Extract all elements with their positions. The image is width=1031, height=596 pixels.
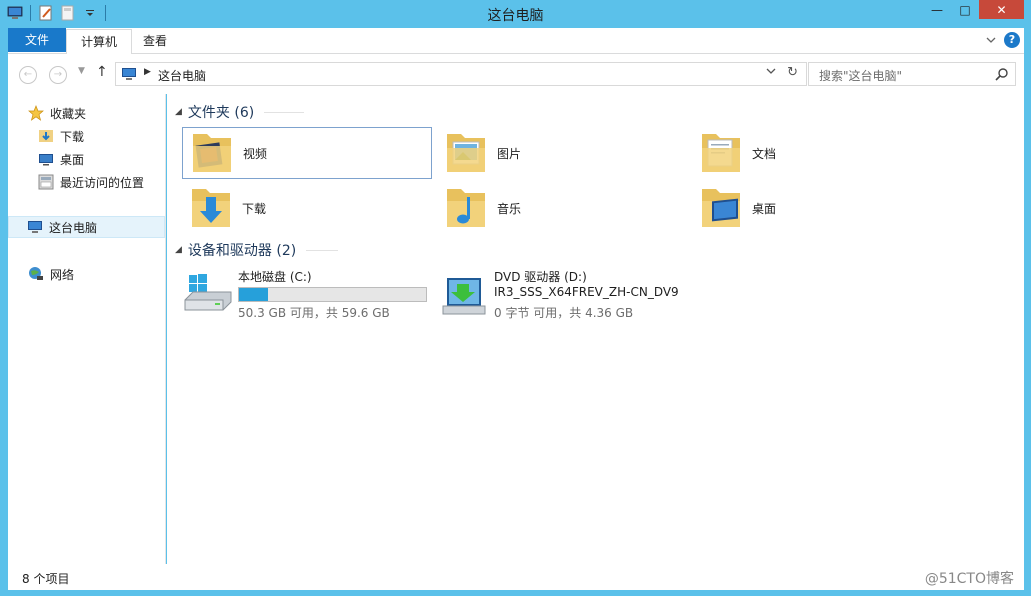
drive-name: 本地磁盘 (C:) [238, 270, 312, 284]
pictures-folder-icon [447, 134, 485, 172]
explorer-window: 这台电脑 — □ ✕ 文件 计算机 查看 ? ← → ▼ ↑ ▶ 这台电脑 ↻ … [0, 0, 1031, 596]
address-row: ← → ▼ ↑ ▶ 这台电脑 ↻ 搜索"这台电脑" [8, 54, 1024, 94]
expand-ribbon-icon[interactable] [986, 33, 996, 47]
sidebar-item-label: 下载 [60, 129, 85, 144]
tab-computer[interactable]: 计算机 [66, 29, 133, 54]
back-button[interactable]: ← [19, 66, 37, 84]
sidebar-item-favorites[interactable]: 收藏夹 [28, 102, 86, 124]
folder-tile-downloads[interactable]: 下载 [182, 182, 432, 234]
sidebar-item-label: 这台电脑 [49, 220, 98, 235]
folder-tile-music[interactable]: 音乐 [437, 182, 687, 234]
folder-tile-pictures[interactable]: 图片 [437, 127, 687, 179]
group-title: 设备和驱动器 (2) [187, 243, 297, 259]
folder-tile-desktop[interactable]: 桌面 [692, 182, 942, 234]
sidebar-item-recent-places[interactable]: 最近访问的位置 [38, 171, 144, 193]
computer-icon [121, 67, 137, 84]
desktop-folder-icon [702, 189, 740, 227]
folder-label: 桌面 [752, 201, 777, 216]
group-divider [264, 111, 305, 113]
drive-volume-label: IR3_SSS_X64FREV_ZH-CN_DV9 [494, 285, 679, 299]
close-button[interactable]: ✕ [979, 0, 1024, 19]
breadcrumb[interactable]: 这台电脑 [158, 67, 206, 84]
hard-drive-icon [184, 274, 232, 311]
breadcrumb-arrow-icon[interactable]: ▶ [144, 67, 151, 77]
forward-button[interactable]: → [49, 66, 67, 84]
drive-usage-bar [238, 287, 427, 302]
window-controls: — □ ✕ [923, 0, 1024, 19]
folder-tile-videos[interactable]: 视频 [182, 127, 432, 179]
collapse-arrow-icon[interactable]: ◢ [175, 107, 182, 117]
drive-tile-c[interactable]: 本地磁盘 (C:) 50.3 GB 可用，共 59.6 GB [181, 268, 431, 324]
item-count: 8 个项目 [22, 572, 70, 586]
sidebar-item-label: 最近访问的位置 [60, 175, 145, 190]
drive-usage-fill [239, 288, 269, 301]
status-bar: 8 个项目 @51CTO博客 [8, 564, 1024, 590]
downloads-folder-icon [192, 189, 230, 227]
drive-free-space: 50.3 GB 可用，共 59.6 GB [238, 306, 390, 320]
up-button[interactable]: ↑ [96, 64, 108, 80]
network-icon [29, 267, 43, 280]
desktop-icon [39, 154, 53, 166]
sidebar-item-desktop[interactable]: 桌面 [38, 148, 84, 170]
recent-locations-icon[interactable]: ▼ [78, 66, 85, 76]
sidebar-item-downloads[interactable]: 下载 [38, 125, 84, 147]
recent-places-icon [38, 174, 54, 190]
drive-free-space: 0 字节 可用，共 4.36 GB [494, 306, 634, 320]
window-title: 这台电脑 [487, 8, 544, 24]
minimize-button[interactable]: — [923, 0, 951, 19]
content-pane: ◢ 文件夹 (6) 视频 图片 文档 下载 音乐 桌面 ◢ 设备和驱动器 (2)… [167, 94, 1024, 564]
folder-label: 下载 [242, 201, 267, 216]
sidebar-item-network[interactable]: 网络 [28, 263, 74, 285]
folder-label: 图片 [497, 146, 522, 161]
help-icon[interactable]: ? [1004, 32, 1020, 48]
address-bar[interactable]: ▶ 这台电脑 ↻ [115, 62, 807, 86]
sidebar-item-this-pc[interactable]: 这台电脑 [8, 216, 165, 238]
computer-icon [28, 221, 42, 233]
star-icon [28, 105, 44, 121]
search-icon[interactable] [995, 67, 1009, 84]
folder-label: 音乐 [497, 201, 522, 216]
drive-tile-d[interactable]: DVD 驱动器 (D:) IR3_SSS_X64FREV_ZH-CN_DV9 0… [437, 268, 687, 324]
sidebar-item-label: 收藏夹 [50, 106, 87, 121]
downloads-folder-icon [39, 130, 53, 142]
sidebar-item-label: 网络 [50, 267, 75, 282]
ribbon-right-controls: ? [986, 32, 1020, 48]
folder-label: 文档 [752, 146, 777, 161]
group-title: 文件夹 (6) [187, 105, 255, 121]
folder-label: 视频 [243, 146, 268, 161]
search-input[interactable]: 搜索"这台电脑" [808, 62, 1016, 86]
watermark: @51CTO博客 [924, 571, 1014, 587]
drive-name: DVD 驱动器 (D:) [494, 270, 587, 284]
title-bar: 这台电脑 — □ ✕ [0, 0, 1031, 28]
refresh-icon[interactable]: ↻ [787, 65, 798, 80]
sidebar-item-label: 桌面 [60, 152, 85, 167]
dvd-drive-icon [442, 278, 486, 315]
videos-folder-icon [193, 134, 231, 172]
maximize-button[interactable]: □ [951, 0, 979, 19]
search-placeholder: 搜索"这台电脑" [819, 69, 903, 83]
folder-tile-documents[interactable]: 文档 [692, 127, 942, 179]
collapse-arrow-icon[interactable]: ◢ [175, 245, 182, 255]
group-header-devices[interactable]: ◢ 设备和驱动器 (2) [175, 240, 1015, 260]
group-divider [306, 249, 339, 251]
group-header-folders[interactable]: ◢ 文件夹 (6) [175, 102, 1015, 122]
address-dropdown-icon[interactable] [766, 67, 776, 78]
music-folder-icon [447, 189, 485, 227]
documents-folder-icon [702, 134, 740, 172]
ribbon: 文件 计算机 查看 ? [8, 28, 1024, 54]
navigation-pane: 收藏夹 下载 桌面 最近访问的位置 这台电脑 网络 [8, 94, 166, 564]
tab-file[interactable]: 文件 [8, 28, 66, 52]
tab-view[interactable]: 查看 [129, 29, 181, 54]
